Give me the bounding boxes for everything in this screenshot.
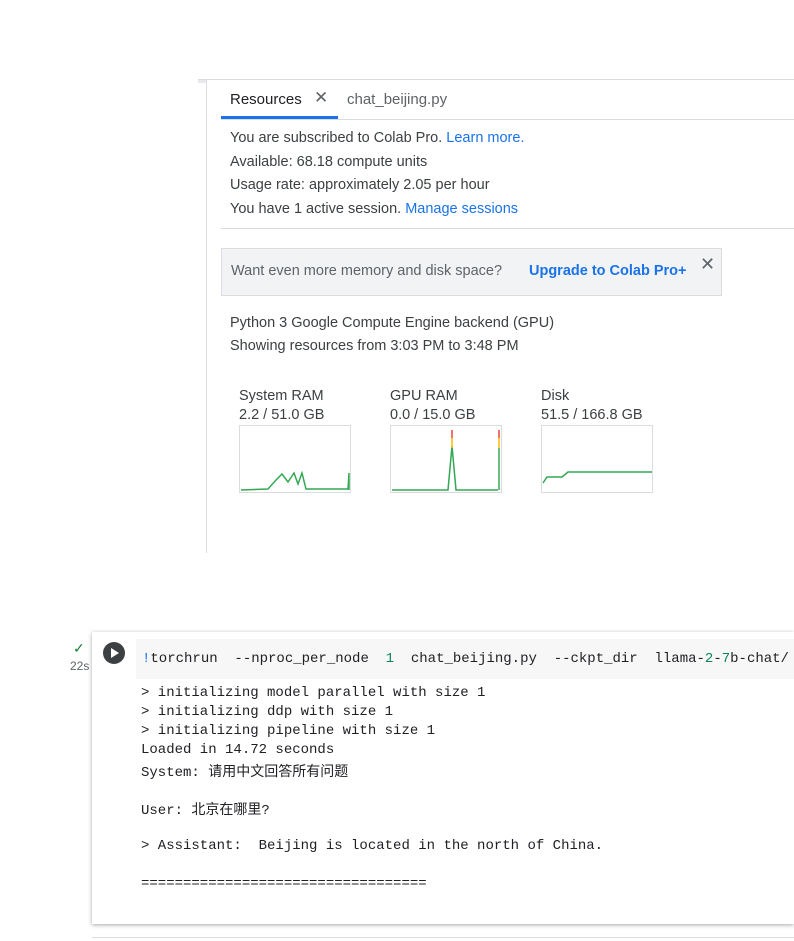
output-separator: ================================== xyxy=(141,876,427,892)
close-icon[interactable]: ✕ xyxy=(314,88,328,108)
time-range: Showing resources from 3:03 PM to 3:48 P… xyxy=(230,338,519,354)
gpu-ram-label: GPU RAM xyxy=(390,388,458,404)
gpu-ram-graph xyxy=(390,425,502,493)
output-line: > initializing pipeline with size 1 xyxy=(141,723,436,739)
bottom-divider xyxy=(92,937,794,938)
output-line: User: 北京在哪里? xyxy=(141,803,270,819)
info-divider xyxy=(221,228,794,229)
code-number: 7 xyxy=(721,651,731,667)
run-cell-button[interactable] xyxy=(103,642,125,664)
panel-top-border xyxy=(198,79,794,80)
check-icon: ✓ xyxy=(73,640,85,656)
disk-graph xyxy=(541,425,653,493)
code-number: 1 xyxy=(385,651,395,667)
tab-resources[interactable]: Resources xyxy=(230,91,302,108)
close-icon[interactable]: ✕ xyxy=(700,254,715,275)
code-segment: torchrun --nproc_per_node xyxy=(150,651,386,667)
session-text: You have 1 active session. xyxy=(230,201,402,217)
gpu-ram-value: 0.0 / 15.0 GB xyxy=(390,407,476,423)
subscription-text: You are subscribed to Colab Pro. xyxy=(230,130,443,146)
tabs-divider xyxy=(221,119,794,120)
code-line[interactable]: !torchrun --nproc_per_node 1 chat_beijin… xyxy=(142,651,794,667)
usage-rate: Usage rate: approximately 2.05 per hour xyxy=(230,177,490,193)
upgrade-banner-text: Want even more memory and disk space? xyxy=(231,263,503,279)
manage-sessions-link[interactable]: Manage sessions xyxy=(405,201,518,217)
subscription-line: You are subscribed to Colab Pro. Learn m… xyxy=(230,130,524,146)
code-cell: !torchrun --nproc_per_node 1 chat_beijin… xyxy=(92,632,794,924)
output-line: > Assistant: Beijing is located in the n… xyxy=(141,838,604,854)
execution-time: 22s xyxy=(70,659,90,673)
backend-description: Python 3 Google Compute Engine backend (… xyxy=(230,315,555,331)
panel-left-border xyxy=(206,79,207,553)
available-units: Available: 68.18 compute units xyxy=(230,154,428,170)
code-segment: chat_beijing.py --ckpt_dir llama- xyxy=(394,651,705,667)
output-line: Loaded in 14.72 seconds xyxy=(141,742,335,758)
disk-value: 51.5 / 166.8 GB xyxy=(541,407,643,423)
system-ram-graph xyxy=(239,425,351,493)
code-segment: b-chat/ --t xyxy=(730,651,789,667)
output-line: > initializing model parallel with size … xyxy=(141,685,486,701)
code-editor[interactable]: !torchrun --nproc_per_node 1 chat_beijin… xyxy=(136,639,794,679)
output-line: System: 请用中文回答所有问题 xyxy=(141,765,349,781)
learn-more-link[interactable]: Learn more. xyxy=(446,130,524,146)
output-line: > initializing ddp with size 1 xyxy=(141,704,394,720)
disk-label: Disk xyxy=(541,388,570,404)
session-line: You have 1 active session. Manage sessio… xyxy=(230,201,518,217)
system-ram-label: System RAM xyxy=(239,388,324,404)
tab-chat-beijing[interactable]: chat_beijing.py xyxy=(347,91,447,108)
upgrade-link[interactable]: Upgrade to Colab Pro+ xyxy=(529,263,687,279)
upgrade-banner: Want even more memory and disk space? Up… xyxy=(221,248,722,296)
system-ram-value: 2.2 / 51.0 GB xyxy=(239,407,325,423)
code-segment: - xyxy=(713,651,722,667)
